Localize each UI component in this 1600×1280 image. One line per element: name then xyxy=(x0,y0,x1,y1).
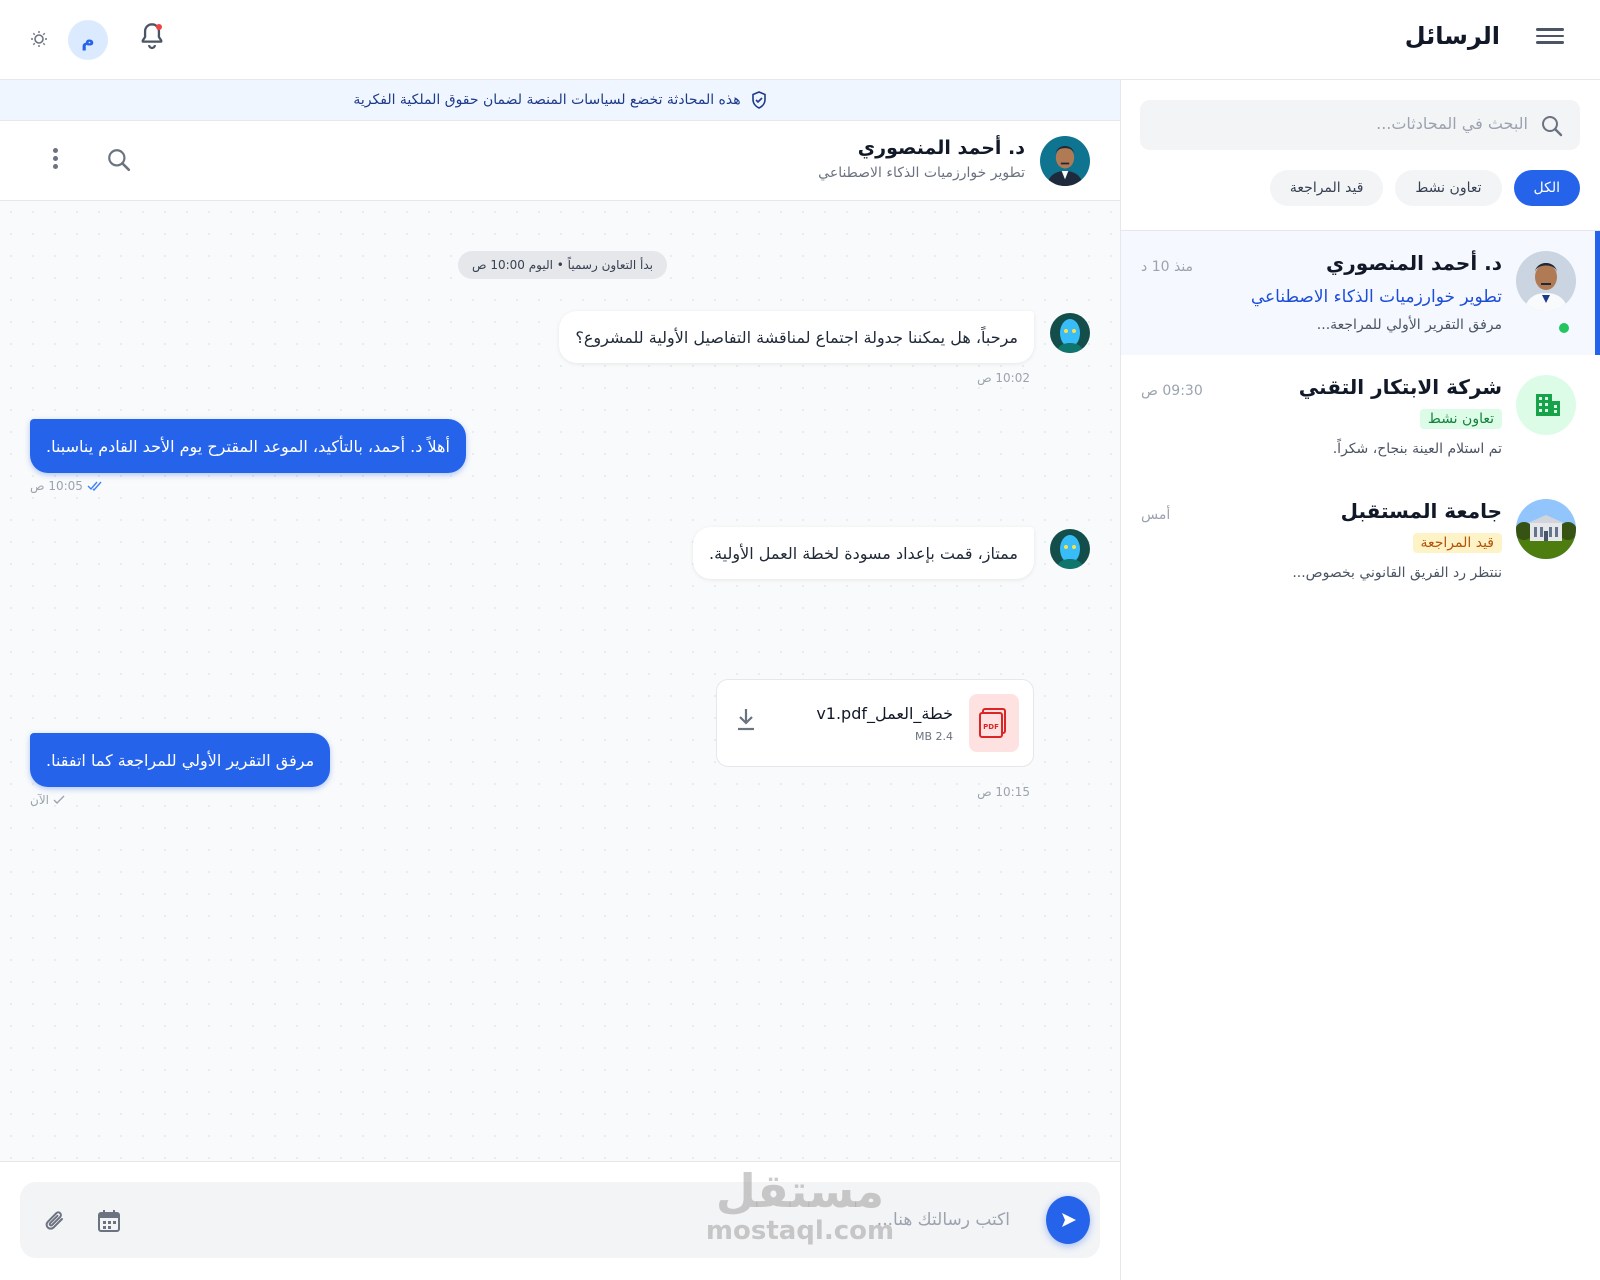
conversation-item[interactable]: شركة الابتكار التقني 09:30 ص تعاون نشط ت… xyxy=(1121,355,1600,479)
building-icon xyxy=(1516,375,1576,435)
chat-panel: هذه المحادثة تخضع لسياسات المنصة لضمان ح… xyxy=(0,80,1120,1280)
conversation-preview: تم استلام العينة بنجاح، شكراً. xyxy=(1332,441,1502,457)
contact-avatar xyxy=(1516,251,1576,311)
filter-chips: الكل تعاون نشط قيد المراجعة xyxy=(1269,170,1580,206)
conversations-sidebar: البحث في المحادثات... الكل تعاون نشط قيد… xyxy=(1120,80,1600,1280)
incoming-message: ممتاز، قمت بإعداد مسودة لخطة العمل الأول… xyxy=(693,527,1034,579)
conversation-time: 09:30 ص xyxy=(1141,383,1203,399)
theme-toggle-icon[interactable] xyxy=(30,30,48,48)
search-placeholder: البحث في المحادثات... xyxy=(1376,114,1528,133)
message-time: 10:02 ص xyxy=(977,371,1030,385)
attach-icon[interactable] xyxy=(42,1208,68,1234)
university-avatar xyxy=(1516,499,1576,559)
conversation-name: جامعة المستقبل xyxy=(1340,499,1502,523)
message-time-text: 10:15 ص xyxy=(977,785,1030,799)
user-avatar[interactable]: م xyxy=(68,20,108,60)
page-title: الرسائل xyxy=(1404,22,1500,50)
check-icon xyxy=(53,795,65,804)
conversation-name: شركة الابتكار التقني xyxy=(1298,375,1502,399)
message-time: الآن xyxy=(30,793,65,807)
conversation-preview: مرفق التقرير الأولي للمراجعة... xyxy=(1316,317,1502,333)
incoming-message: مرحباً، هل يمكننا جدولة اجتماع لمناقشة ا… xyxy=(559,311,1034,363)
conversation-item[interactable]: جامعة المستقبل أمس قيد المراجعة ننتظر رد… xyxy=(1121,479,1600,603)
contact-name: د. أحمد المنصوري xyxy=(857,137,1025,159)
file-attachment[interactable]: PDF خطة_العمل_v1.pdf 2.4 MB xyxy=(716,679,1034,767)
message-time-text: الآن xyxy=(30,793,49,807)
outgoing-message: مرفق التقرير الأولي للمراجعة كما اتفقنا. xyxy=(30,733,331,787)
sender-avatar xyxy=(1050,529,1090,569)
message-time-text: 10:02 ص xyxy=(977,371,1030,385)
chat-header: د. أحمد المنصوري تطوير خوارزميات الذكاء … xyxy=(0,121,1120,201)
search-icon[interactable] xyxy=(106,147,132,173)
policy-notice-text: هذه المحادثة تخضع لسياسات المنصة لضمان ح… xyxy=(353,92,741,108)
download-icon[interactable] xyxy=(733,706,759,734)
send-icon xyxy=(1062,1213,1076,1227)
filter-all[interactable]: الكل xyxy=(1513,170,1580,206)
message-time: 10:05 ص xyxy=(30,479,103,493)
send-button[interactable] xyxy=(1046,1196,1090,1244)
system-message: بدأ التعاون رسمياً • اليوم 10:00 ص xyxy=(458,251,668,279)
svg-text:PDF: PDF xyxy=(983,723,999,731)
contact-avatar[interactable] xyxy=(1040,136,1090,186)
message-input[interactable] xyxy=(210,1200,1010,1240)
composer-area xyxy=(0,1161,1120,1280)
more-options-icon[interactable] xyxy=(50,145,60,175)
calendar-icon[interactable] xyxy=(96,1208,122,1234)
status-badge: تعاون نشط xyxy=(1419,409,1502,429)
top-bar: الرسائل م xyxy=(0,0,1600,80)
outgoing-message: أهلاً د. أحمد، بالتأكيد، الموعد المقترح … xyxy=(30,419,466,473)
conversation-subtitle: تطوير خوارزميات الذكاء الاصطناعي xyxy=(1250,287,1502,307)
online-indicator xyxy=(1559,323,1569,333)
conversation-name: د. أحمد المنصوري xyxy=(1325,251,1502,275)
message-composer xyxy=(20,1182,1100,1258)
sender-avatar xyxy=(1050,313,1090,353)
conversation-item[interactable]: د. أحمد المنصوري منذ 10 د تطوير خوارزميا… xyxy=(1121,231,1600,355)
notification-badge xyxy=(156,24,162,30)
pdf-file-icon: PDF xyxy=(969,694,1019,752)
double-check-icon xyxy=(87,481,102,491)
file-size: 2.4 MB xyxy=(914,730,953,743)
contact-subtitle: تطوير خوارزميات الذكاء الاصطناعي xyxy=(818,165,1025,181)
policy-notice: هذه المحادثة تخضع لسياسات المنصة لضمان ح… xyxy=(0,80,1120,121)
filter-under-review[interactable]: قيد المراجعة xyxy=(1269,170,1384,206)
search-icon xyxy=(1540,114,1564,138)
conversation-list: د. أحمد المنصوري منذ 10 د تطوير خوارزميا… xyxy=(1121,230,1600,603)
conversation-time: منذ 10 د xyxy=(1141,259,1194,275)
conversation-search[interactable]: البحث في المحادثات... xyxy=(1140,100,1580,150)
message-list: بدأ التعاون رسمياً • اليوم 10:00 ص مرحبا… xyxy=(0,201,1120,1161)
notifications-bell-icon[interactable] xyxy=(138,22,166,52)
message-time-text: 10:05 ص xyxy=(30,479,83,493)
conversation-time: أمس xyxy=(1141,507,1171,523)
conversation-preview: ننتظر رد الفريق القانوني بخصوص... xyxy=(1292,565,1502,581)
file-name: خطة_العمل_v1.pdf xyxy=(816,704,953,723)
message-time: 10:15 ص xyxy=(977,785,1030,799)
menu-icon[interactable] xyxy=(1536,24,1564,48)
status-badge: قيد المراجعة xyxy=(1412,533,1502,553)
filter-active-collab[interactable]: تعاون نشط xyxy=(1395,170,1502,206)
shield-check-icon xyxy=(751,91,766,109)
